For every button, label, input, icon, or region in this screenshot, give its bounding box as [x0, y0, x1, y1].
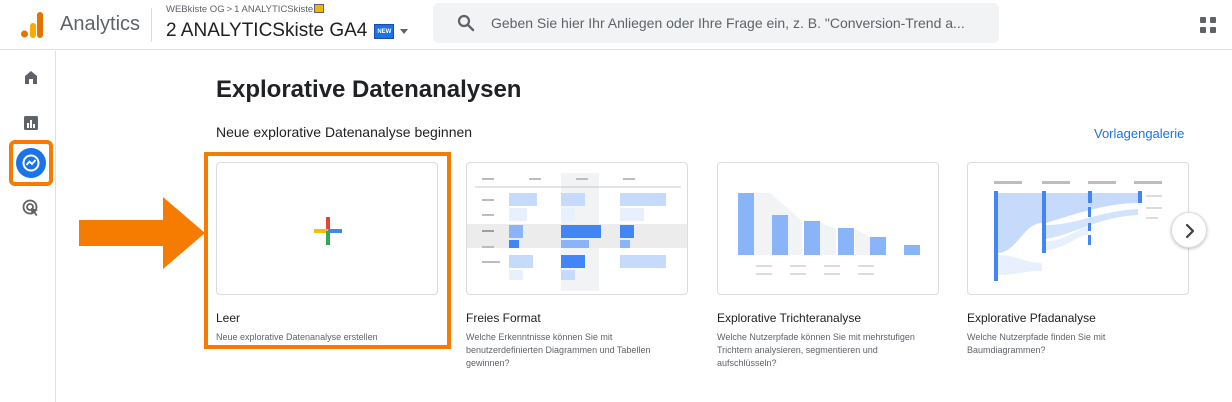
app-name: Analytics — [60, 13, 141, 35]
home-icon[interactable] — [22, 68, 40, 86]
card-path[interactable]: Explorative Pfadanalyse Welche Nutzerpfa… — [967, 162, 1189, 357]
search-bar[interactable]: Geben Sie hier Ihr Anliegen oder Ihre Fr… — [433, 3, 999, 43]
breadcrumb-account: WEBkiste OG — [166, 4, 225, 15]
card-path-thumbnail[interactable] — [967, 162, 1189, 295]
search-icon — [457, 14, 475, 32]
property-name: 2 ANALYTICSkiste GA4 — [166, 20, 368, 41]
reports-icon[interactable] — [22, 114, 40, 132]
new-badge-icon: NEW — [374, 23, 395, 39]
path-preview-icon — [994, 181, 1162, 281]
search-input[interactable]: Geben Sie hier Ihr Anliegen oder Ihre Fr… — [491, 15, 965, 31]
folder-icon — [314, 4, 325, 13]
card-funnel-thumbnail[interactable] — [717, 162, 939, 295]
header-divider — [151, 8, 152, 42]
breadcrumb[interactable]: WEBkiste OG >1 ANALYTICSkiste — [166, 4, 325, 15]
left-nav-rail — [0, 51, 56, 402]
page-title: Explorative Datenanalysen — [216, 76, 522, 103]
breadcrumb-property: 1 ANALYTICSkiste — [234, 4, 314, 15]
blank-card-highlight-box — [204, 152, 451, 349]
chevron-right-icon — [1185, 223, 1195, 239]
table-preview-icon — [467, 173, 687, 291]
card-title: Explorative Trichteranalyse — [717, 311, 862, 325]
apps-grid-icon[interactable] — [1200, 17, 1216, 33]
card-description: Welche Nutzerpfade können Sie mit mehrst… — [717, 332, 915, 368]
section-heading: Neue explorative Datenanalyse beginnen — [216, 124, 473, 140]
card-funnel[interactable]: Explorative Trichteranalyse Welche Nutze… — [717, 162, 939, 370]
card-description: Welche Erkenntnisse können Sie mit benut… — [466, 332, 651, 368]
card-title: Freies Format — [466, 311, 541, 325]
analytics-logo-icon[interactable] — [21, 12, 43, 38]
advertising-icon[interactable] — [22, 199, 40, 217]
carousel-next-button[interactable] — [1171, 212, 1207, 248]
breadcrumb-separator: > — [226, 4, 233, 15]
property-selector[interactable]: 2 ANALYTICSkiste GA4 NEW — [166, 20, 409, 42]
template-gallery-link[interactable]: Vorlagengalerie — [1094, 126, 1184, 141]
card-description: Welche Nutzerpfade finden Sie mit Baumdi… — [967, 332, 1106, 355]
card-free-form[interactable]: Freies Format Welche Erkenntnisse können… — [466, 162, 688, 370]
chevron-down-icon — [400, 28, 409, 34]
top-app-bar: Analytics WEBkiste OG >1 ANALYTICSkiste 2… — [0, 0, 1232, 50]
card-title: Explorative Pfadanalyse — [967, 311, 1096, 325]
explore-icon — [22, 154, 40, 172]
pointer-arrow-icon — [79, 197, 205, 269]
funnel-preview-icon — [738, 193, 920, 275]
card-free-form-thumbnail[interactable] — [466, 162, 688, 295]
explore-nav-item[interactable] — [16, 148, 46, 178]
